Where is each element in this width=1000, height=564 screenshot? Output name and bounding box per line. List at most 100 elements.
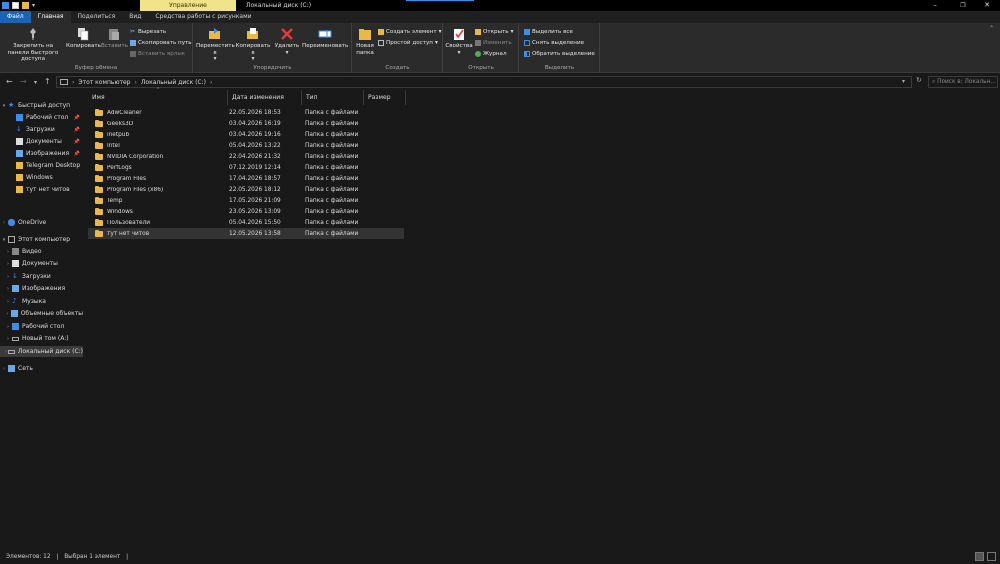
tab-home[interactable]: Главная	[30, 11, 71, 23]
group-clipboard: Закрепить на панели быстрого доступа Коп…	[0, 23, 193, 73]
table-row[interactable]: Program Files (x86) 22.05.2026 18:12 Папка…	[88, 184, 404, 195]
file-name: inetpub	[107, 131, 130, 138]
table-row[interactable]: Intel 05.04.2026 13:22 Папка с файлами	[88, 140, 404, 151]
nav-item-telegram[interactable]: Telegram Desktop	[0, 160, 83, 171]
tab-view[interactable]: Вид	[122, 11, 148, 23]
chevron-down-icon[interactable]: ▾	[0, 103, 8, 109]
details-view-button[interactable]	[975, 552, 984, 561]
minimize-button[interactable]: –	[922, 0, 948, 11]
new-folder-icon[interactable]	[22, 2, 29, 9]
rename-button[interactable]: Переименовать	[302, 27, 348, 50]
move-to-button[interactable]: Переместить в ▾	[196, 27, 235, 63]
close-button[interactable]: ✕	[974, 0, 1000, 11]
nav-pc-local-disk-c[interactable]: › Локальный диск (C:)	[0, 346, 83, 357]
nav-pc-music[interactable]: › ♪ Музыка	[0, 296, 83, 307]
breadcrumb-this-pc[interactable]: Этот компьютер	[78, 79, 130, 86]
nav-pc-documents[interactable]: › Документы	[0, 258, 83, 269]
edit-button[interactable]: Изменить	[475, 39, 512, 47]
file-name: Program Files	[107, 175, 147, 182]
open-button[interactable]: Открыть ▾	[475, 28, 513, 36]
tab-share[interactable]: Поделиться	[71, 11, 123, 23]
column-header-size[interactable]: Размер	[364, 90, 406, 105]
breadcrumb-local-disk[interactable]: Локальный диск (C:)	[141, 79, 206, 86]
search-input[interactable]: ⌕ Поиск в: Локальн...	[928, 76, 998, 88]
table-row[interactable]: Temp 17.05.2026 21:09 Папка с файлами	[88, 195, 404, 206]
up-button[interactable]: ↑	[44, 77, 51, 86]
properties-button[interactable]: Свойства ▾	[445, 27, 473, 56]
chevron-right-icon[interactable]: ›	[0, 366, 8, 372]
cut-button[interactable]: ✂ Вырезать	[130, 28, 166, 36]
table-row[interactable]: Пользователи 05.04.2026 15:50 Папка с файл…	[88, 217, 404, 228]
table-row[interactable]: NVIDIA Corporation 22.04.2026 21:32 Папка …	[88, 151, 404, 162]
tab-file[interactable]: Файл	[0, 11, 31, 23]
nav-item-desktop[interactable]: Рабочий стол 📌	[0, 112, 83, 123]
chevron-right-icon[interactable]: ›	[4, 286, 12, 292]
column-header-name[interactable]: Имя	[88, 90, 228, 105]
chevron-right-icon[interactable]: ›	[4, 324, 12, 330]
paste-button[interactable]: Вставить	[101, 27, 128, 50]
nav-onedrive[interactable]: › OneDrive	[0, 217, 83, 228]
delete-x-icon	[281, 28, 293, 40]
folder-icon	[16, 174, 23, 181]
context-tab-manage[interactable]: Управление	[140, 0, 236, 11]
maximize-button[interactable]: ❐	[950, 0, 976, 11]
nav-network[interactable]: › Сеть	[0, 363, 83, 374]
nav-item-documents[interactable]: Документы 📌	[0, 136, 83, 147]
chevron-right-icon[interactable]: ›	[4, 261, 12, 267]
nav-quick-access[interactable]: ▾ ★ Быстрый доступ	[0, 100, 83, 111]
column-header-type[interactable]: Тип	[302, 90, 364, 105]
table-row[interactable]: тут нет читов 12.05.2026 13:58 Папка с фай…	[88, 228, 404, 239]
copy-path-button[interactable]: Скопировать путь	[130, 39, 192, 47]
recent-dropdown-icon[interactable]: ▾	[34, 79, 37, 86]
delete-button[interactable]: Удалить ▾	[274, 27, 300, 56]
select-all-button[interactable]: Выделить все	[524, 28, 573, 36]
nav-this-pc[interactable]: ▾ Этот компьютер	[0, 234, 83, 245]
chevron-right-icon[interactable]: ›	[4, 274, 12, 280]
nav-pc-desktop[interactable]: › Рабочий стол	[0, 321, 83, 332]
nav-pc-videos[interactable]: › Видео	[0, 246, 83, 257]
nav-item-no-cheats[interactable]: тут нет читов	[0, 184, 83, 195]
easy-access-button[interactable]: Простой доступ ▾	[378, 39, 438, 47]
table-row[interactable]: Windows 23.05.2026 13:09 Папка с файлами	[88, 206, 404, 217]
paste-shortcut-button[interactable]: Вставить ярлык	[130, 50, 185, 58]
ribbon-collapse-icon[interactable]: ⌃	[989, 25, 994, 32]
history-button[interactable]: Журнал	[475, 50, 507, 58]
address-dropdown-icon[interactable]: ▾	[902, 78, 905, 85]
refresh-icon[interactable]: ↻	[916, 76, 922, 84]
nav-pc-pictures[interactable]: › Изображения	[0, 283, 83, 294]
column-header-date[interactable]: Дата изменения	[228, 90, 302, 105]
copy-button[interactable]: Копировать	[66, 27, 101, 50]
nav-pc-downloads[interactable]: › ↓ Загрузки	[0, 271, 83, 282]
chevron-down-icon[interactable]: ▾	[0, 237, 8, 243]
select-none-button[interactable]: Снять выделение	[524, 39, 584, 47]
table-row[interactable]: Program Files 17.04.2026 18:57 Папка с фай…	[88, 173, 404, 184]
chevron-right-icon[interactable]: ›	[4, 336, 12, 342]
forward-button[interactable]: →	[20, 77, 27, 86]
tab-picture-tools[interactable]: Средства работы с рисунками	[148, 11, 258, 23]
nav-item-windows[interactable]: Windows	[0, 172, 83, 183]
copy-to-button[interactable]: Копировать в ▾	[235, 27, 271, 63]
invert-selection-button[interactable]: Обратить выделение	[524, 50, 595, 58]
table-row[interactable]: inetpub 03.04.2026 19:16 Папка с файлами	[88, 129, 404, 140]
chevron-right-icon[interactable]: ›	[0, 220, 8, 226]
address-bar[interactable]: › Этот компьютер › Локальный диск (C:) ›	[56, 76, 912, 88]
pin-quick-access-button[interactable]: Закрепить на панели быстрого доступа	[2, 27, 64, 63]
nav-pc-volume-a[interactable]: › Новый том (A:)	[0, 333, 83, 344]
nav-item-pictures[interactable]: Изображения 📌	[0, 148, 83, 159]
table-row[interactable]: PerfLogs 07.12.2019 12:14 Папка с файлами	[88, 162, 404, 173]
nav-item-downloads[interactable]: ↓ Загрузки 📌	[0, 124, 83, 135]
chevron-right-icon[interactable]: ›	[4, 249, 12, 255]
large-icons-view-button[interactable]	[987, 552, 996, 561]
back-button[interactable]: ←	[6, 77, 13, 86]
new-item-button[interactable]: Создать элемент ▾	[378, 28, 441, 36]
group-create: Новая папка Создать элемент ▾ Простой дос…	[353, 23, 443, 73]
file-type: Папка с файлами	[305, 120, 359, 127]
chevron-right-icon[interactable]: ›	[4, 299, 12, 305]
properties-icon[interactable]	[12, 2, 19, 9]
qat-dropdown-icon[interactable]: ▾	[32, 2, 35, 9]
nav-pc-3d-objects[interactable]: › Объемные объекты	[0, 308, 83, 319]
chevron-right-icon[interactable]: ›	[4, 311, 11, 317]
table-row[interactable]: AdwCleaner 22.05.2026 18:53 Папка с файлам…	[88, 107, 404, 118]
new-folder-button[interactable]: Новая папка	[354, 27, 376, 56]
table-row[interactable]: Geeks3D 03.04.2026 16:19 Папка с файлами	[88, 118, 404, 129]
